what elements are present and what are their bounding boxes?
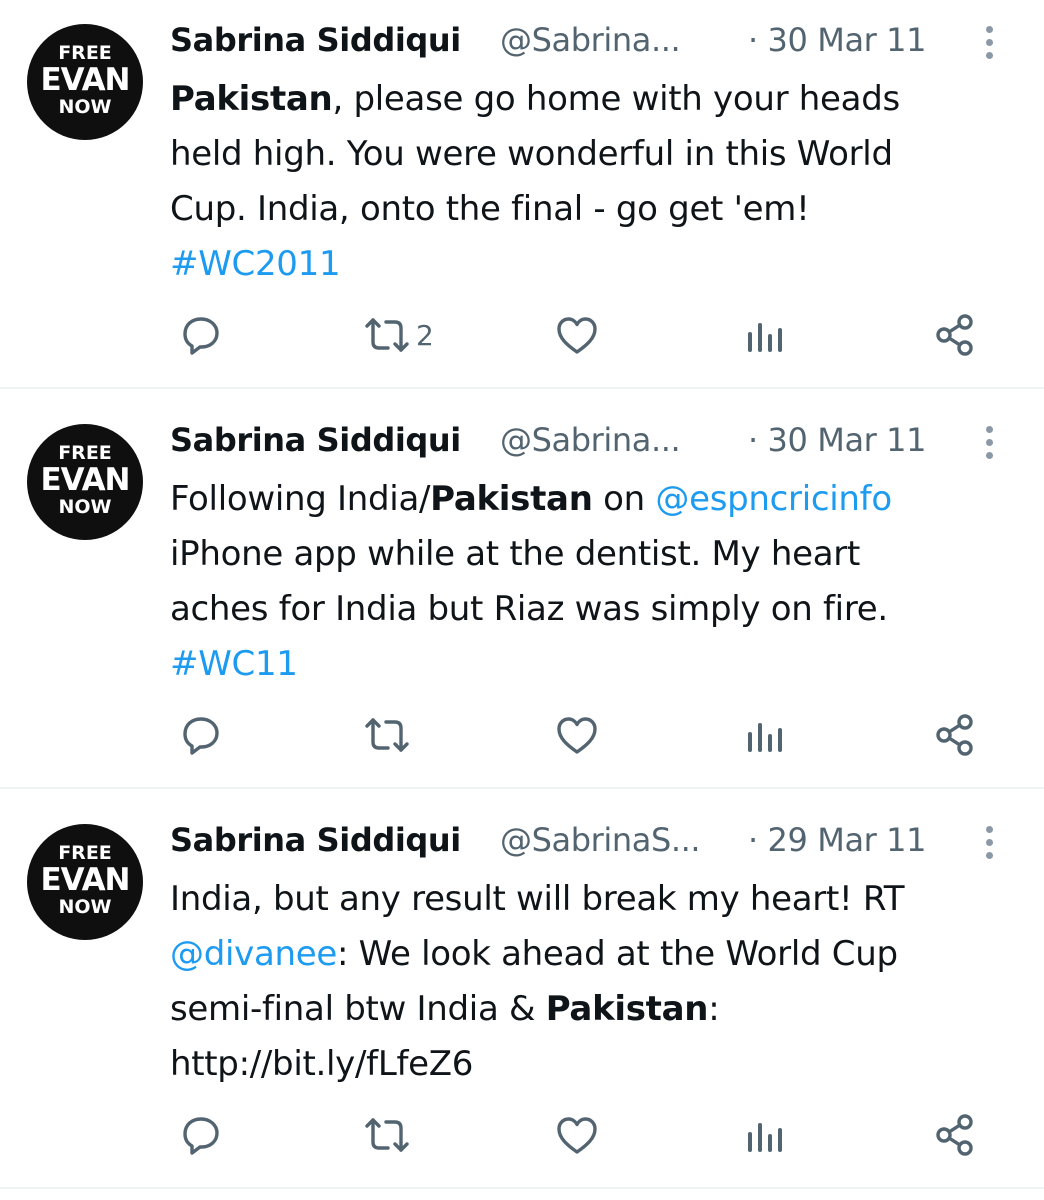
heart-icon: [557, 1117, 597, 1154]
tweet-text: India, but any result will break my hear…: [170, 872, 1000, 1092]
highlighted-keyword: Pakistan: [430, 479, 593, 519]
tweet-text-line: @divanee: We look ahead at the World Cup: [170, 927, 1000, 982]
hashtag-link[interactable]: #WC11: [170, 644, 298, 684]
avatar-text: NOW: [58, 496, 112, 518]
heart-icon: [557, 717, 597, 754]
share-icon: [936, 1114, 973, 1156]
text-segment: , please go home with your heads: [332, 79, 900, 119]
text-segment: aches for India but Riaz was simply on f…: [170, 589, 888, 629]
avatar[interactable]: FREE EVAN NOW: [27, 24, 143, 140]
avatar-text: FREE: [58, 42, 112, 64]
reply-button[interactable]: [176, 1110, 228, 1160]
text-segment: Following India/: [170, 479, 431, 519]
avatar-text: EVAN: [40, 462, 131, 498]
like-button[interactable]: [554, 710, 602, 760]
tweet-date[interactable]: · 30 Mar 11: [748, 420, 927, 460]
avatar-text: FREE: [58, 442, 112, 464]
tweet-text-line: http://bit.ly/fLfeZ6: [170, 1037, 1000, 1092]
more-options-icon[interactable]: [972, 416, 1008, 470]
like-button[interactable]: [554, 1110, 602, 1160]
avatar-text: EVAN: [40, 862, 131, 898]
author-handle[interactable]: @Sabrina...: [500, 20, 681, 60]
views-button[interactable]: [743, 1110, 791, 1160]
author-name[interactable]: Sabrina Siddiqui: [170, 820, 461, 860]
tweet-text-line: #WC11: [170, 637, 1000, 692]
tweet-text-line: semi-final btw India & Pakistan:: [170, 982, 1000, 1037]
text-segment: :: [708, 989, 720, 1029]
avatar-text: EVAN: [40, 62, 131, 98]
avatar-text: NOW: [58, 896, 112, 918]
tweet-text-line: Pakistan, please go home with your heads: [170, 72, 1000, 127]
tweet-header: Sabrina Siddiqui @Sabrina... · 30 Mar 11: [170, 416, 990, 464]
tweet-text-line: India, but any result will break my hear…: [170, 872, 1000, 927]
mention-link[interactable]: @divanee: [170, 934, 337, 974]
share-button[interactable]: [932, 310, 978, 360]
text-segment: : We look ahead at the World Cup: [336, 934, 898, 974]
retweet-icon: [365, 1118, 409, 1152]
views-chart-icon: [748, 1123, 782, 1152]
share-icon: [936, 314, 973, 356]
tweet-card[interactable]: FREE EVAN NOW Sabrina Siddiqui @SabrinaS…: [0, 800, 1044, 1200]
text-segment: semi-final btw India &: [170, 989, 546, 1029]
more-options-icon[interactable]: [972, 16, 1008, 70]
more-options-icon[interactable]: [972, 816, 1008, 870]
tweet-text-line: aches for India but Riaz was simply on f…: [170, 582, 1000, 637]
tweet-card[interactable]: FREE EVAN NOW Sabrina Siddiqui @Sabrina.…: [0, 400, 1044, 800]
author-name[interactable]: Sabrina Siddiqui: [170, 420, 461, 460]
tweet-date[interactable]: · 29 Mar 11: [748, 820, 927, 860]
tweet-header: Sabrina Siddiqui @Sabrina... · 30 Mar 11: [170, 16, 990, 64]
heart-icon: [557, 317, 597, 354]
url-link[interactable]: http://bit.ly/fLfeZ6: [170, 1044, 473, 1084]
tweet-feed: FREE EVAN NOW Sabrina Siddiqui @Sabrina.…: [0, 0, 1044, 1200]
views-chart-icon: [748, 723, 782, 752]
avatar-text: NOW: [58, 96, 112, 118]
author-handle[interactable]: @Sabrina...: [500, 420, 681, 460]
reply-icon: [183, 1117, 219, 1155]
tweet-text-line: held high. You were wonderful in this Wo…: [170, 127, 1000, 182]
divider: [0, 787, 1044, 789]
views-button[interactable]: [743, 310, 791, 360]
divider: [0, 387, 1044, 389]
divider: [0, 1187, 1044, 1189]
highlighted-keyword: Pakistan: [545, 989, 709, 1029]
author-name[interactable]: Sabrina Siddiqui: [170, 20, 461, 60]
hashtag-link[interactable]: #WC2011: [170, 244, 341, 284]
avatar[interactable]: FREE EVAN NOW: [27, 424, 143, 540]
share-button[interactable]: [932, 1110, 978, 1160]
tweet-date[interactable]: · 30 Mar 11: [748, 20, 927, 60]
author-handle[interactable]: @SabrinaS...: [500, 820, 701, 860]
retweet-button[interactable]: [360, 710, 416, 760]
mention-link[interactable]: @espncricinfo: [655, 479, 892, 519]
highlighted-keyword: Pakistan: [170, 79, 333, 119]
share-button[interactable]: [932, 710, 978, 760]
share-icon: [936, 714, 973, 756]
like-button[interactable]: [554, 310, 602, 360]
tweet-text-line: #WC2011: [170, 237, 1000, 292]
tweet-header: Sabrina Siddiqui @SabrinaS... · 29 Mar 1…: [170, 816, 990, 864]
tweet-text-line: Following India/Pakistan on @espncricinf…: [170, 472, 1000, 527]
text-segment: iPhone app while at the dentist. My hear…: [170, 534, 860, 574]
text-segment: India, but any result will break my hear…: [170, 879, 905, 919]
reply-button[interactable]: [176, 710, 228, 760]
text-segment: Cup. India, onto the final - go get 'em!: [170, 189, 810, 229]
text-segment: held high. You were wonderful in this Wo…: [170, 134, 893, 174]
retweet-count: 2: [416, 318, 434, 352]
retweet-button[interactable]: [360, 1110, 416, 1160]
retweet-icon: [365, 718, 409, 752]
retweet-icon: [365, 318, 409, 352]
tweet-text-line: Cup. India, onto the final - go get 'em!: [170, 182, 1000, 237]
tweet-text-line: iPhone app while at the dentist. My hear…: [170, 527, 1000, 582]
tweet-text: Following India/Pakistan on @espncricinf…: [170, 472, 1000, 692]
tweet-text: Pakistan, please go home with your heads…: [170, 72, 1000, 292]
avatar-text: FREE: [58, 842, 112, 864]
text-segment: on: [592, 479, 656, 519]
views-button[interactable]: [743, 710, 791, 760]
reply-icon: [183, 317, 219, 355]
views-chart-icon: [748, 323, 782, 352]
retweet-button[interactable]: 2: [360, 310, 434, 360]
avatar[interactable]: FREE EVAN NOW: [27, 824, 143, 940]
reply-button[interactable]: [176, 310, 228, 360]
reply-icon: [183, 717, 219, 755]
tweet-card[interactable]: FREE EVAN NOW Sabrina Siddiqui @Sabrina.…: [0, 0, 1044, 400]
